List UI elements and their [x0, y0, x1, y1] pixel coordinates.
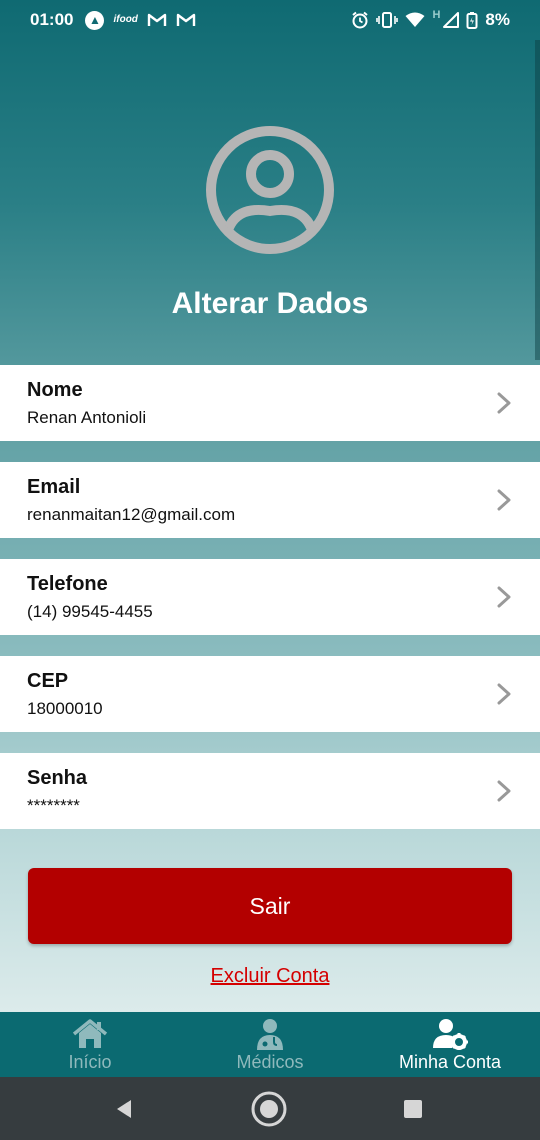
status-time: 01:00 [30, 10, 74, 29]
nav-item-inicio[interactable]: Início [0, 1012, 180, 1077]
back-triangle-icon [117, 1100, 131, 1118]
signal-icon [443, 12, 460, 28]
system-navigation-bar [0, 1077, 540, 1140]
back-button[interactable] [105, 1090, 143, 1128]
bottom-nav: Início Médicos Minha Conta [0, 1012, 540, 1077]
field-row-cep[interactable]: CEP 18000010 [0, 656, 540, 732]
field-row-senha[interactable]: Senha ******** [0, 753, 540, 829]
notification-icons: ▲ ifood [85, 10, 196, 30]
nav-item-minha-conta[interactable]: Minha Conta [360, 1012, 540, 1077]
app-screen: 01:00 ▲ ifood H 8% Alterar Dados Nome Re… [0, 0, 540, 1012]
status-bar: 01:00 ▲ ifood H 8% [0, 0, 540, 40]
battery-icon [466, 11, 478, 29]
wifi-icon [405, 12, 425, 28]
nav-label: Início [68, 1052, 112, 1072]
nav-item-medicos[interactable]: Médicos [180, 1012, 360, 1077]
field-value: ******** [27, 796, 80, 815]
home-button[interactable] [250, 1090, 288, 1128]
field-label: Senha [27, 767, 88, 789]
field-value: (14) 99545-4455 [27, 602, 153, 621]
field-label: Nome [27, 379, 83, 401]
chevron-right-icon [497, 489, 511, 511]
nav-label: Minha Conta [398, 1052, 502, 1072]
field-row-email[interactable]: Email renanmaitan12@gmail.com [0, 462, 540, 538]
chevron-right-icon [497, 683, 511, 705]
navigation-icon: ▲ [85, 10, 105, 30]
doctor-icon [257, 1019, 283, 1050]
field-row-nome[interactable]: Nome Renan Antonioli [0, 365, 540, 441]
field-value: 18000010 [27, 699, 103, 718]
field-value: Renan Antonioli [27, 408, 147, 427]
ifood-icon: ifood [113, 14, 138, 25]
recents-button[interactable] [394, 1090, 432, 1128]
system-icons: H 8% [351, 10, 510, 30]
page-title: Alterar Dados [171, 287, 369, 320]
gmail-icon [147, 12, 167, 28]
home-icon [72, 1019, 108, 1048]
field-row-telefone[interactable]: Telefone (14) 99545-4455 [0, 559, 540, 635]
user-settings-icon [433, 1019, 468, 1050]
alarm-icon [351, 11, 369, 29]
recents-square-icon [404, 1100, 422, 1118]
logout-button[interactable]: Sair [28, 868, 512, 944]
network-type: H [432, 9, 441, 21]
chevron-right-icon [497, 392, 511, 414]
home-circle-icon [251, 1091, 287, 1127]
field-label: Telefone [27, 573, 108, 595]
gmail-icon [176, 12, 196, 28]
field-label: CEP [27, 670, 69, 692]
user-avatar-icon[interactable] [205, 125, 335, 255]
delete-account-link[interactable]: Excluir Conta [0, 965, 540, 988]
field-label: Email [27, 476, 81, 498]
nav-label: Médicos [236, 1052, 304, 1072]
chevron-right-icon [497, 780, 511, 802]
chevron-right-icon [497, 586, 511, 608]
field-value: renanmaitan12@gmail.com [27, 505, 236, 524]
vibrate-icon [376, 11, 399, 29]
battery-percent: 8% [485, 10, 510, 29]
